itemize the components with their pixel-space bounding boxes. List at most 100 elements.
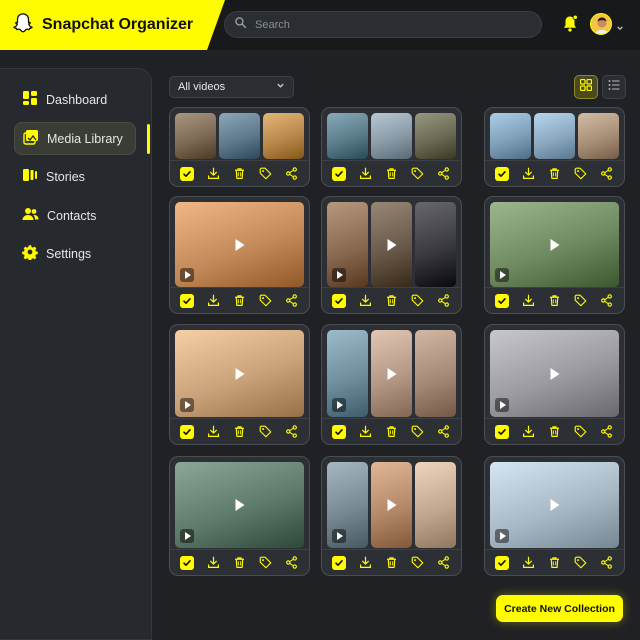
video-thumbnail[interactable] [219, 113, 260, 159]
play-icon[interactable] [235, 499, 244, 511]
video-thumbnail[interactable] [175, 330, 304, 417]
media-card[interactable] [169, 196, 310, 314]
share-icon[interactable] [435, 554, 453, 572]
select-checkbox[interactable] [330, 165, 348, 183]
video-thumbnail[interactable] [490, 202, 619, 287]
tag-icon[interactable] [572, 292, 590, 310]
share-icon[interactable] [283, 165, 301, 183]
video-thumbnail[interactable] [415, 113, 456, 159]
sidebar-item-dashboard[interactable]: Dashboard [14, 83, 136, 116]
media-card[interactable] [169, 107, 310, 187]
sidebar-item-settings[interactable]: Settings [14, 237, 136, 270]
play-icon[interactable] [387, 367, 396, 380]
media-card[interactable] [484, 456, 625, 576]
video-thumbnail[interactable] [175, 202, 304, 287]
tag-icon[interactable] [409, 554, 427, 572]
share-icon[interactable] [598, 554, 616, 572]
trash-icon[interactable] [382, 292, 400, 310]
video-thumbnail[interactable] [578, 113, 619, 159]
media-card[interactable] [169, 456, 310, 576]
trash-icon[interactable] [545, 165, 563, 183]
notification-bell-icon[interactable] [561, 14, 579, 34]
select-checkbox[interactable] [493, 423, 511, 441]
trash-icon[interactable] [382, 165, 400, 183]
video-thumbnail[interactable] [175, 113, 216, 159]
video-thumbnail[interactable] [415, 330, 456, 417]
share-icon[interactable] [283, 423, 301, 441]
download-icon[interactable] [519, 554, 537, 572]
video-thumbnail[interactable] [327, 462, 368, 548]
tag-icon[interactable] [257, 423, 275, 441]
share-icon[interactable] [598, 292, 616, 310]
play-icon[interactable] [550, 499, 559, 511]
search-input[interactable] [255, 18, 525, 31]
create-collection-button[interactable]: Create New Collection [496, 595, 623, 622]
sidebar-item-stories[interactable]: Stories [14, 160, 136, 193]
download-icon[interactable] [204, 423, 222, 441]
select-checkbox[interactable] [178, 292, 196, 310]
tag-icon[interactable] [572, 165, 590, 183]
sidebar-item-contacts[interactable]: Contacts [14, 199, 136, 232]
trash-icon[interactable] [382, 554, 400, 572]
trash-icon[interactable] [545, 423, 563, 441]
select-checkbox[interactable] [178, 423, 196, 441]
video-thumbnail[interactable] [490, 462, 619, 548]
trash-icon[interactable] [230, 165, 248, 183]
video-thumbnail[interactable] [327, 330, 368, 417]
play-icon[interactable] [550, 367, 559, 380]
download-icon[interactable] [356, 554, 374, 572]
trash-icon[interactable] [545, 554, 563, 572]
tag-icon[interactable] [409, 423, 427, 441]
tag-icon[interactable] [572, 554, 590, 572]
download-icon[interactable] [356, 423, 374, 441]
share-icon[interactable] [435, 292, 453, 310]
play-icon[interactable] [550, 238, 559, 251]
tag-icon[interactable] [409, 165, 427, 183]
select-checkbox[interactable] [330, 292, 348, 310]
sidebar-item-media-library[interactable]: Media Library [14, 122, 136, 155]
media-card[interactable] [321, 107, 462, 187]
media-card[interactable] [321, 196, 462, 314]
select-checkbox[interactable] [330, 423, 348, 441]
tag-icon[interactable] [572, 423, 590, 441]
video-thumbnail[interactable] [327, 113, 368, 159]
download-icon[interactable] [519, 423, 537, 441]
tag-icon[interactable] [409, 292, 427, 310]
download-icon[interactable] [519, 165, 537, 183]
video-thumbnail[interactable] [371, 202, 412, 287]
video-thumbnail[interactable] [490, 113, 531, 159]
select-checkbox[interactable] [178, 165, 196, 183]
share-icon[interactable] [435, 423, 453, 441]
trash-icon[interactable] [545, 292, 563, 310]
share-icon[interactable] [283, 554, 301, 572]
download-icon[interactable] [204, 165, 222, 183]
video-thumbnail[interactable] [490, 330, 619, 417]
video-thumbnail[interactable] [534, 113, 575, 159]
play-icon[interactable] [387, 238, 396, 251]
trash-icon[interactable] [230, 554, 248, 572]
play-icon[interactable] [387, 499, 396, 511]
select-checkbox[interactable] [493, 554, 511, 572]
trash-icon[interactable] [382, 423, 400, 441]
share-icon[interactable] [598, 165, 616, 183]
video-thumbnail[interactable] [371, 462, 412, 548]
play-icon[interactable] [235, 367, 244, 380]
share-icon[interactable] [435, 165, 453, 183]
share-icon[interactable] [598, 423, 616, 441]
media-card[interactable] [484, 324, 625, 445]
select-checkbox[interactable] [493, 165, 511, 183]
select-checkbox[interactable] [178, 554, 196, 572]
video-thumbnail[interactable] [327, 202, 368, 287]
chevron-down-icon[interactable] [616, 19, 624, 37]
user-avatar[interactable] [590, 13, 612, 35]
download-icon[interactable] [356, 165, 374, 183]
trash-icon[interactable] [230, 292, 248, 310]
media-card[interactable] [321, 324, 462, 445]
media-card[interactable] [321, 456, 462, 576]
video-thumbnail[interactable] [415, 202, 456, 287]
video-thumbnail[interactable] [263, 113, 304, 159]
trash-icon[interactable] [230, 423, 248, 441]
media-card[interactable] [169, 324, 310, 445]
video-thumbnail[interactable] [371, 330, 412, 417]
video-thumbnail[interactable] [175, 462, 304, 548]
